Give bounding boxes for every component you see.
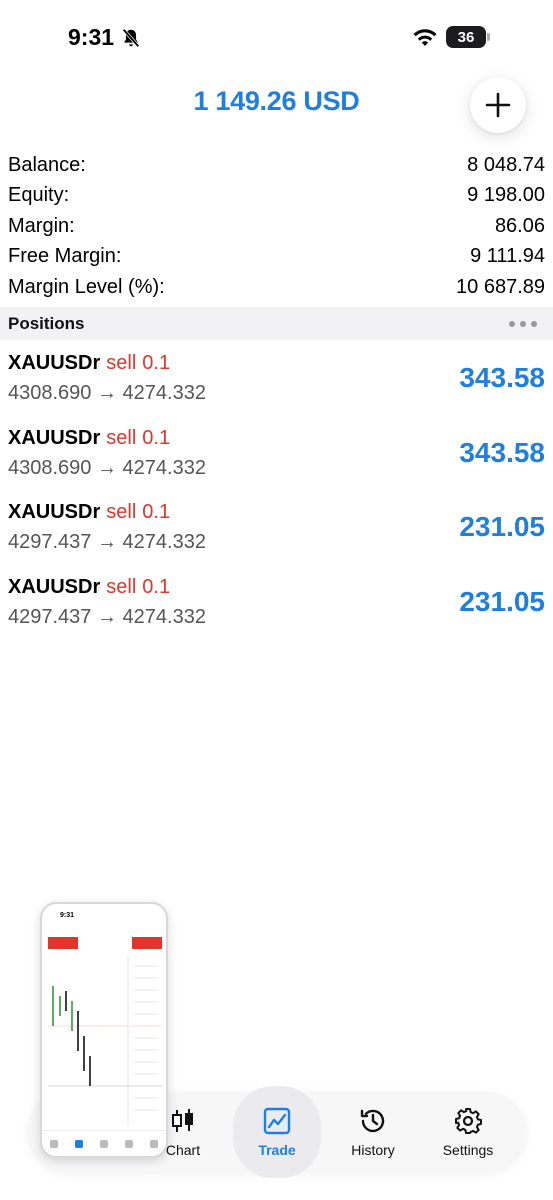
thumbnail-chart-image <box>48 956 162 1126</box>
plus-icon <box>485 92 511 118</box>
thumbnail-buy-box <box>132 937 162 949</box>
thumbnail-time: 9:31 <box>60 912 75 919</box>
screenshot-thumbnail[interactable]: 9:31 <box>40 902 168 1158</box>
position-title: XAUUSDr sell 0.1 <box>8 501 170 524</box>
summary-value: 8 048.74 <box>467 153 545 176</box>
position-profit: 231.05 <box>459 586 545 618</box>
summary-label: Equity: <box>8 184 70 207</box>
tab-label: Chart <box>165 1142 201 1158</box>
positions-section-header: Positions <box>0 307 553 340</box>
summary-row-equity: Equity: 9 198.00 <box>0 181 553 212</box>
positions-title: Positions <box>8 313 85 333</box>
status-time-group: 9:31 <box>68 24 142 51</box>
account-summary: Balance: 8 048.74 Equity: 9 198.00 Margi… <box>0 150 553 303</box>
position-prices: 4297.437 → 4274.332 <box>8 531 206 554</box>
position-title: XAUUSDr sell 0.1 <box>8 576 170 599</box>
position-profit: 343.58 <box>459 362 545 393</box>
gear-icon <box>455 1108 482 1134</box>
position-side-group: sell 0.1 <box>106 427 170 450</box>
position-row[interactable]: XAUUSDr sell 0.1 4308.690 → 4274.332 343… <box>0 344 553 419</box>
thumbnail-order-bar <box>48 937 162 949</box>
positions-list: XAUUSDr sell 0.1 4308.690 → 4274.332 343… <box>0 344 553 643</box>
new-order-button[interactable] <box>470 77 526 133</box>
position-side-group: sell 0.1 <box>106 501 170 524</box>
position-side-group: sell 0.1 <box>106 352 170 375</box>
battery-indicator: 36 <box>446 26 490 48</box>
tab-history[interactable]: History <box>338 1092 408 1172</box>
position-side-group: sell 0.1 <box>106 576 170 599</box>
position-side: sell <box>106 426 137 449</box>
history-icon <box>360 1109 385 1133</box>
position-row[interactable]: XAUUSDr sell 0.1 4297.437 → 4274.332 231… <box>0 493 553 568</box>
wifi-icon <box>413 29 437 46</box>
position-symbol: XAUUSDr <box>8 426 101 449</box>
battery-level: 36 <box>457 28 475 46</box>
bell-slash-icon <box>122 28 140 47</box>
position-title: XAUUSDr sell 0.1 <box>8 427 170 450</box>
summary-row-free-margin: Free Margin: 9 111.94 <box>0 242 553 273</box>
tab-label: Trade <box>258 1142 296 1158</box>
trade-screen: 9:31 36 1 149.26 USD Balance: 8 048.74 E… <box>0 0 553 1200</box>
position-volume: 0.1 <box>142 501 171 524</box>
position-profit: 343.58 <box>459 436 545 468</box>
position-volume: 0.1 <box>142 576 171 599</box>
position-symbol: XAUUSDr <box>8 501 101 524</box>
thumbnail-sell-box <box>48 937 78 949</box>
position-side: sell <box>106 352 137 374</box>
tab-label: Settings <box>442 1142 494 1158</box>
candlestick-icon <box>172 1109 193 1132</box>
trade-chart-icon <box>263 1107 291 1135</box>
position-row[interactable]: XAUUSDr sell 0.1 4308.690 → 4274.332 343… <box>0 419 553 494</box>
tab-settings[interactable]: Settings <box>433 1092 503 1172</box>
position-prices: 4308.690 → 4274.332 <box>8 382 206 404</box>
tab-label: History <box>351 1142 395 1158</box>
position-prices: 4297.437 → 4274.332 <box>8 606 206 629</box>
tab-trade[interactable]: Trade <box>233 1086 321 1178</box>
summary-value: 86.06 <box>494 214 545 237</box>
summary-value: 9 111.94 <box>470 245 545 268</box>
summary-label: Balance: <box>8 153 86 176</box>
position-title: XAUUSDr sell 0.1 <box>8 352 170 375</box>
summary-label: Margin: <box>8 214 75 237</box>
position-profit: 231.05 <box>459 511 545 543</box>
summary-label: Free Margin: <box>8 245 122 268</box>
position-prices: 4308.690 → 4274.332 <box>8 456 206 479</box>
position-volume: 0.1 <box>142 352 171 374</box>
summary-row-margin: Margin: 86.06 <box>0 211 553 242</box>
position-symbol: XAUUSDr <box>8 352 101 374</box>
summary-value: 9 198.00 <box>467 184 545 207</box>
position-side: sell <box>106 576 137 599</box>
summary-value: 10 687.89 <box>456 275 545 298</box>
thumbnail-tab-bar <box>42 1130 166 1156</box>
position-symbol: XAUUSDr <box>8 576 101 599</box>
position-side: sell <box>106 501 137 524</box>
status-bar: 9:31 36 <box>0 0 553 72</box>
summary-label: Margin Level (%): <box>8 275 165 298</box>
status-time: 9:31 <box>68 24 115 50</box>
summary-row-margin-level: Margin Level (%): 10 687.89 <box>0 272 553 303</box>
summary-row-balance: Balance: 8 048.74 <box>0 150 553 181</box>
position-row[interactable]: XAUUSDr sell 0.1 4297.437 → 4274.332 231… <box>0 568 553 643</box>
more-options-icon[interactable] <box>509 320 537 327</box>
position-volume: 0.1 <box>142 426 171 449</box>
